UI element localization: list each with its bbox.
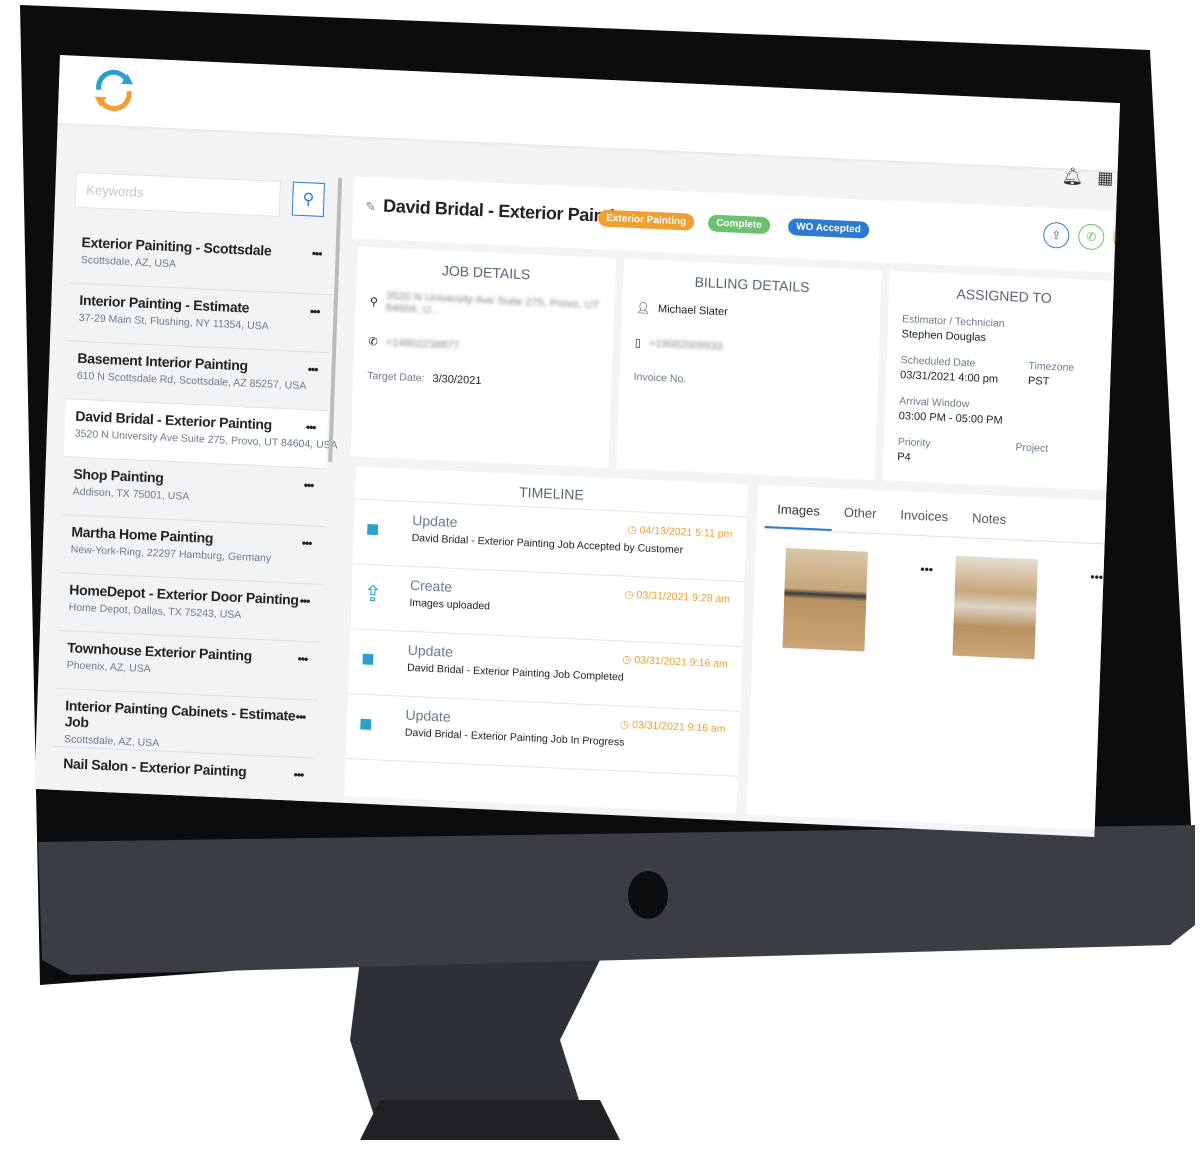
more-options-button[interactable]: •••: [295, 710, 305, 724]
grid-icon[interactable]: ▦: [1097, 168, 1114, 189]
apple-logo: [628, 871, 668, 919]
job-detail: ✎ David Bridal - Exterior Painting Exter…: [344, 176, 1120, 831]
timeline-card: TIMELINE ■ Update David Bridal - Exterio…: [344, 466, 749, 814]
target-date: 3/30/2021: [432, 372, 482, 388]
image-more-button[interactable]: •••: [1090, 570, 1103, 585]
scheduled-date: 03/31/2021 4:00 pm: [899, 369, 999, 386]
tab-notes[interactable]: Notes: [959, 500, 1018, 540]
monitor-chin: [38, 825, 1195, 975]
job-address: 3520 N University Ave Suite 275, Provo, …: [385, 289, 600, 317]
more-options-button[interactable]: •••: [306, 420, 316, 434]
search-input[interactable]: Keywords: [74, 171, 281, 217]
more-options-button[interactable]: •••: [297, 652, 307, 666]
priority-label: Priority: [897, 436, 931, 450]
edit-icon[interactable]: ✎: [365, 199, 376, 215]
timeline-list: ■ Update David Bridal - Exterior Paintin…: [345, 499, 747, 777]
project-label: Project: [1015, 441, 1049, 455]
scheduled-date-label: Scheduled Date: [900, 354, 976, 370]
image-thumbnail[interactable]: [952, 555, 1038, 660]
job-title: David Bridal - Exterior Painting: [382, 195, 636, 228]
tab-invoices[interactable]: Invoices: [888, 497, 961, 537]
clock-icon: ◷: [627, 523, 640, 537]
image-more-button[interactable]: •••: [920, 562, 933, 577]
media-tabs: Images Other Invoices Notes: [764, 491, 1110, 545]
job-details-card: JOB DETAILS ⚲ 3520 N University Ave Suite…: [350, 246, 616, 468]
app-logo: [94, 69, 134, 111]
search-icon: ⚲: [302, 191, 315, 209]
job-title: Nail Salon - Exterior Painting: [62, 755, 247, 780]
assigned-heading: ASSIGNED TO: [956, 285, 1052, 307]
briefcase-icon: ■: [360, 645, 376, 672]
billing-phone: +19082009933: [648, 337, 723, 353]
tab-other[interactable]: Other: [831, 494, 889, 534]
briefcase-icon: ■: [365, 515, 380, 542]
more-options-button[interactable]: •••: [299, 594, 309, 608]
more-options-button[interactable]: •••: [310, 304, 320, 318]
media-card: Images Other Invoices Notes ••• •••: [746, 484, 1119, 831]
job-list: Exterior Painiting - Scottsdale Scottsda…: [51, 225, 338, 817]
upload-icon: ⇪: [363, 580, 383, 607]
wo-status-badge: WO Accepted: [787, 218, 870, 239]
clock-icon: ◷: [619, 718, 633, 731]
location-icon: ⚲: [369, 295, 379, 308]
search-button[interactable]: ⚲: [291, 181, 325, 217]
briefcase-icon: ■: [358, 710, 373, 737]
timezone: PST: [1027, 374, 1050, 388]
status-badge: Complete: [707, 214, 771, 235]
category-badge: Exterior Painting: [597, 209, 695, 231]
more-options-button[interactable]: •••: [308, 362, 318, 376]
timezone-label: Timezone: [1028, 359, 1075, 375]
billing-details-card: BILLING DETAILS 👤︎ Michael Slater ▯ +19082…: [616, 258, 882, 480]
phone-icon: ✆: [368, 336, 378, 349]
priority: P4: [897, 451, 911, 464]
assigned-to-card: ASSIGNED TO Estimator / Technician Steph…: [882, 270, 1120, 491]
job-phone: +14802238877: [385, 336, 460, 352]
billing-heading: BILLING DETAILS: [694, 273, 810, 296]
job-title: Interior Painting Cabinets - Estimate Jo…: [64, 697, 296, 731]
clock-icon: ◷: [624, 588, 637, 602]
upload-button[interactable]: ⇪: [1042, 221, 1070, 249]
more-options-button[interactable]: •••: [312, 246, 322, 260]
more-options-button[interactable]: •••: [301, 536, 311, 550]
more-options-button[interactable]: •••: [304, 478, 314, 492]
billing-name: Michael Slater: [657, 302, 728, 318]
bell-icon[interactable]: 🔔︎: [1061, 167, 1083, 188]
user-icon: 👤︎: [635, 302, 651, 315]
app-screen: 🔔︎ ▦ Keywords ⚲ Exterior Painiting - Sco…: [34, 55, 1120, 837]
more-options-button[interactable]: •••: [293, 768, 303, 782]
image-thumbnail[interactable]: [782, 547, 868, 652]
target-date-label: Target Date:: [367, 369, 425, 385]
job-list-sidebar: Keywords ⚲ Exterior Painiting - Scottsda…: [45, 163, 344, 817]
clock-icon: ◷: [622, 653, 635, 667]
job-details-heading: JOB DETAILS: [441, 262, 531, 283]
mobile-icon: ▯: [634, 337, 642, 350]
call-button[interactable]: ✆: [1077, 223, 1105, 251]
invoice-label: Invoice No.: [633, 371, 687, 386]
tab-images[interactable]: Images: [764, 491, 833, 532]
